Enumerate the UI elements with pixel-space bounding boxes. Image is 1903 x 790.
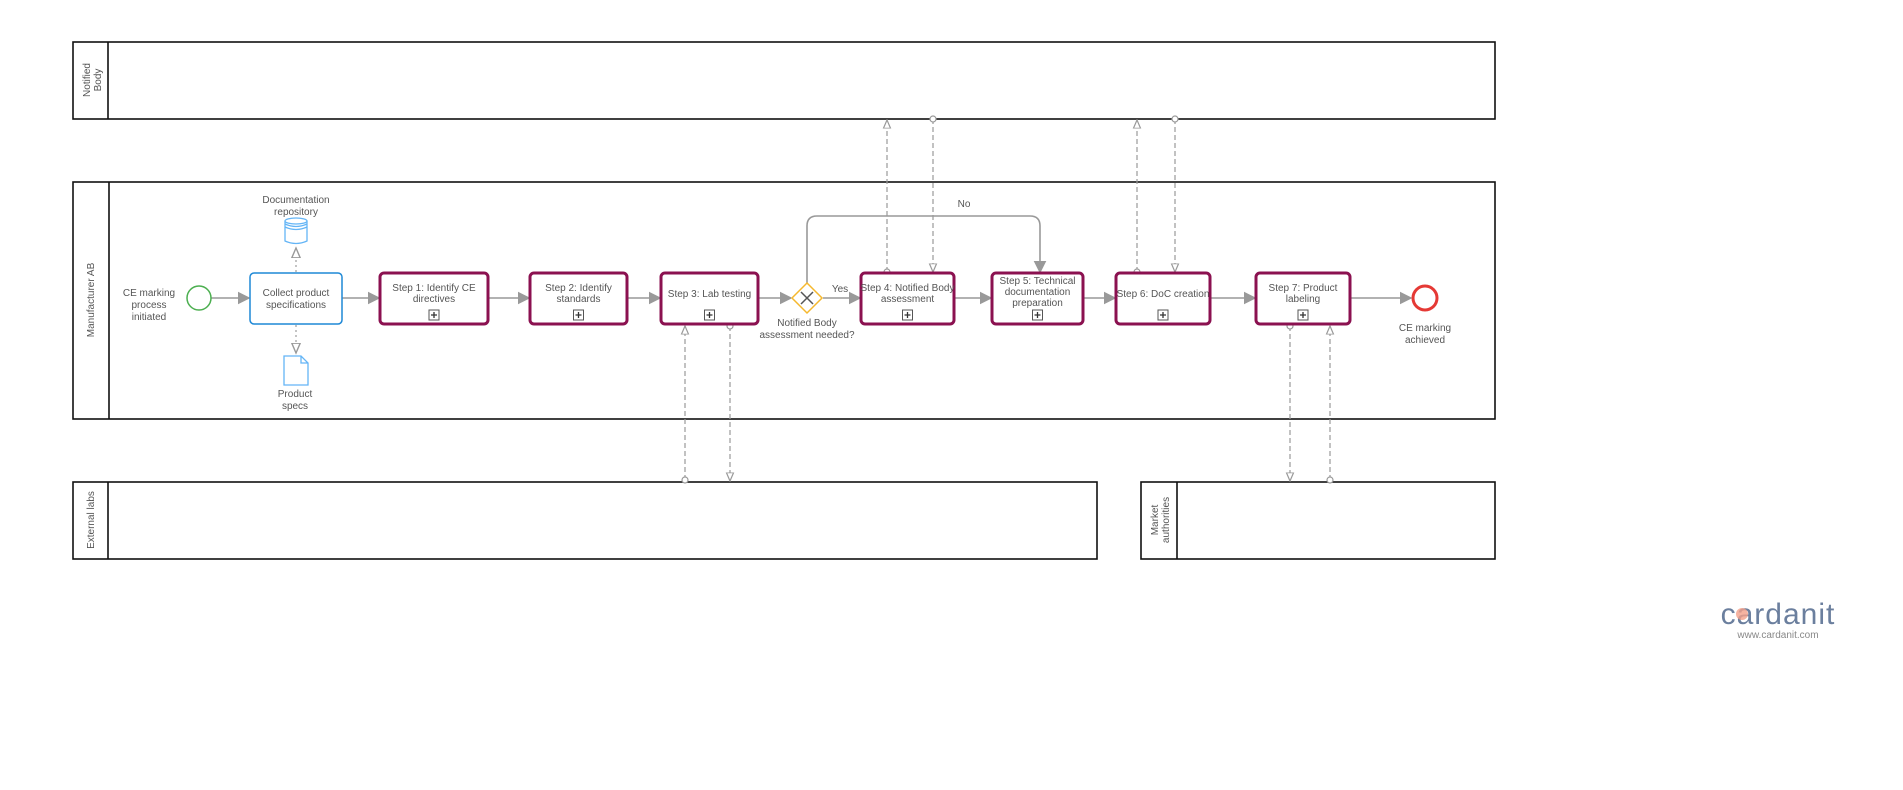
pool-notified-body[interactable]: NotifiedBody [72, 41, 1496, 120]
expand-plus-icon[interactable] [902, 309, 913, 321]
data-store-documentation-repository[interactable] [284, 217, 308, 245]
end-event[interactable] [1411, 284, 1439, 312]
subprocess-step-3[interactable]: Step 3: Lab testing [659, 271, 760, 326]
subprocess-step-2[interactable]: Step 2: Identify standards [528, 271, 629, 326]
task-label: Collect product specifications [263, 288, 330, 311]
task-collect-product-specifications[interactable]: Collect product specifications [249, 272, 343, 325]
subprocess-step-5[interactable]: Step 5: Technical documentation preparatio… [990, 271, 1085, 326]
expand-plus-icon[interactable] [1157, 309, 1169, 321]
subprocess-step-7[interactable]: Step 7: Product labeling [1254, 271, 1352, 326]
subprocess-label: Step 3: Lab testing [668, 289, 751, 300]
pool-label: Manufacturer AB [86, 262, 97, 337]
pool-label: External labs [86, 491, 97, 549]
pool-external-labs[interactable]: External labs [72, 481, 1098, 560]
data-object-label: Product specs [278, 389, 313, 412]
subprocess-step-4[interactable]: Step 4: Notified Body assessment [859, 271, 956, 326]
subprocess-step-1[interactable]: Step 1: Identify CE directives [378, 271, 490, 326]
start-event[interactable] [186, 285, 212, 311]
pool-market-authorities[interactable]: Marketauthorities [1140, 481, 1496, 560]
end-event-label: CE marking achieved [1399, 323, 1451, 346]
subprocess-step-6[interactable]: Step 6: DoC creation [1114, 271, 1212, 326]
expand-plus-icon[interactable] [573, 309, 584, 321]
gateway-no-label: No [958, 199, 971, 210]
expand-plus-icon[interactable] [428, 309, 440, 321]
subprocess-label: Step 6: DoC creation [1117, 289, 1210, 300]
expand-plus-icon[interactable] [704, 309, 715, 321]
expand-plus-icon[interactable] [1032, 309, 1043, 321]
gateway-yes-label: Yes [832, 284, 848, 295]
cardanit-logo: cardanit www.cardanit.com [1721, 598, 1835, 641]
svg-text:www.cardanit.com: www.cardanit.com [1736, 630, 1818, 641]
bpmn-diagram: NotifiedBody Manufacturer AB External la… [72, 41, 1835, 641]
expand-plus-icon[interactable] [1297, 309, 1309, 321]
